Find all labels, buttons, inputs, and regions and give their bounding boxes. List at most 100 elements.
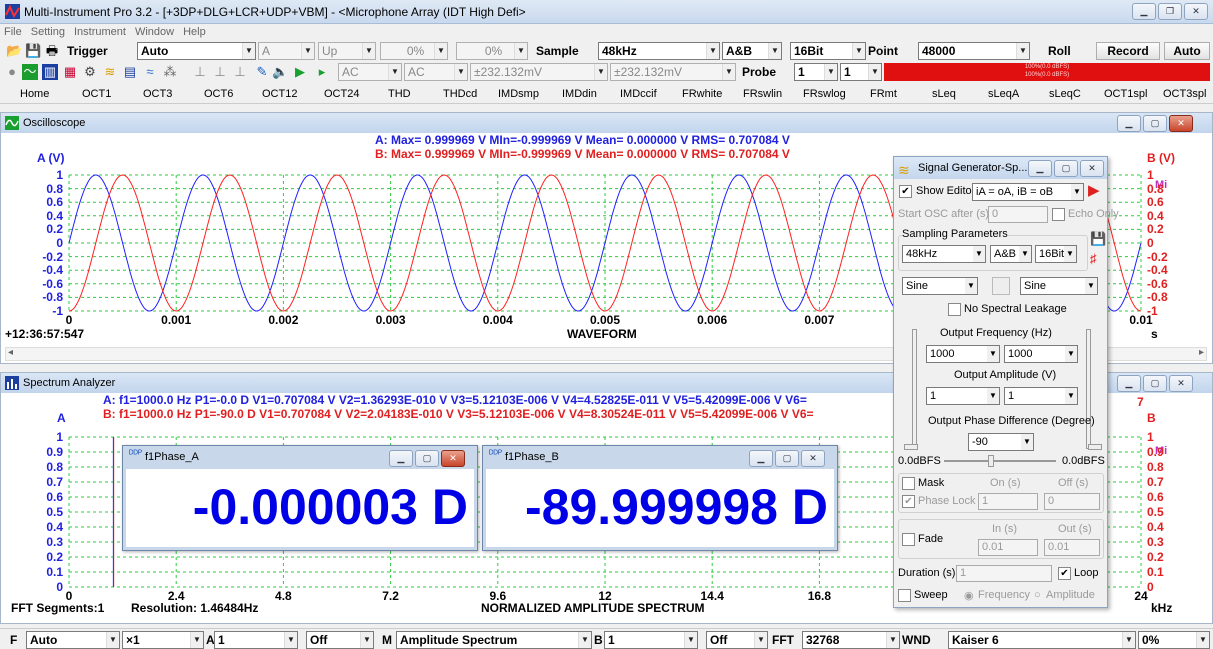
maximize-icon[interactable]: ❐	[1158, 3, 1182, 20]
probe-b-select[interactable]: 1	[840, 63, 882, 81]
loop-checkbox[interactable]: ✔	[1058, 567, 1071, 580]
meter-f1phase-a[interactable]: ᴰᴰᴾ f1Phase_A ▁ ▢ ✕ -0.000003 D	[122, 445, 478, 551]
start-osc-input[interactable]: 0	[988, 206, 1048, 223]
slider-a-track[interactable]	[912, 329, 917, 449]
dds-icon[interactable]: ⁂	[162, 64, 178, 80]
tab-frswlin[interactable]: FRswlin	[743, 88, 782, 100]
record-button[interactable]: Record	[1096, 42, 1160, 60]
oscilloscope-icon[interactable]: 〜	[22, 64, 38, 80]
probe-a-icon[interactable]: ⊥	[212, 64, 228, 80]
tab-imdsmp[interactable]: IMDsmp	[498, 88, 539, 100]
tab-sleqa[interactable]: sLeqA	[988, 88, 1019, 100]
spectrum-3d-icon[interactable]: ▦	[62, 64, 78, 80]
wave-link-button[interactable]	[992, 277, 1010, 295]
tab-sleq[interactable]: sLeq	[932, 88, 956, 100]
tab-home[interactable]: Home	[20, 88, 49, 100]
status-f-select[interactable]: Auto	[26, 631, 120, 649]
spec-minimize-icon[interactable]: ▁	[1117, 375, 1141, 392]
channel-select[interactable]: A&B	[722, 42, 782, 60]
menu-instrument[interactable]: Instrument	[74, 24, 126, 40]
menu-setting[interactable]: Setting	[31, 24, 65, 40]
trigger-edge-select[interactable]: Up	[318, 42, 376, 60]
menu-file[interactable]: File	[4, 24, 22, 40]
status-wnd-select[interactable]: Kaiser 6	[948, 631, 1136, 649]
meter-b-minimize-icon[interactable]: ▁	[749, 450, 773, 467]
pretrigger-stepper[interactable]: 0%	[456, 42, 528, 60]
balance-slider-thumb[interactable]	[988, 455, 994, 467]
siggen-maximize-icon[interactable]: ▢	[1054, 160, 1078, 177]
editor-expression-select[interactable]: iA = oA, iB = oB	[972, 183, 1084, 201]
slider-b-thumb[interactable]	[1088, 444, 1102, 450]
status-zoom-select[interactable]: ×1	[122, 631, 204, 649]
osc-close-icon[interactable]: ✕	[1169, 115, 1193, 132]
status-m-select[interactable]: Amplitude Spectrum	[396, 631, 592, 649]
tab-oct24[interactable]: OCT24	[324, 88, 359, 100]
auto-button[interactable]: Auto	[1164, 42, 1210, 60]
spec-maximize-icon[interactable]: ▢	[1143, 375, 1167, 392]
fade-checkbox[interactable]	[902, 533, 915, 546]
tab-imdccif[interactable]: IMDccif	[620, 88, 657, 100]
tab-oct1[interactable]: OCT1	[82, 88, 111, 100]
coupling-a-select[interactable]: AC	[338, 63, 402, 81]
sweep-amplitude-radio[interactable]: ○	[1034, 589, 1041, 601]
balance-slider[interactable]	[944, 460, 1056, 462]
siggen-close-icon[interactable]: ✕	[1080, 160, 1104, 177]
meter-a-close-icon[interactable]: ✕	[441, 450, 465, 467]
close-icon[interactable]: ✕	[1184, 3, 1208, 20]
siggen-minimize-icon[interactable]: ▁	[1028, 160, 1052, 177]
tools-icon[interactable]: ✎	[254, 64, 270, 80]
play-step-icon[interactable]: ▸	[314, 64, 330, 80]
tab-frmt[interactable]: FRmt	[870, 88, 897, 100]
slider-b-track[interactable]	[1086, 329, 1091, 449]
meter-b-maximize-icon[interactable]: ▢	[775, 450, 799, 467]
sg-save-icon[interactable]: 💾	[1090, 231, 1106, 247]
tab-thdcd[interactable]: THDcd	[443, 88, 477, 100]
amp-b-select[interactable]: 1	[1004, 387, 1078, 405]
sweep-icon[interactable]: ≈	[142, 64, 158, 80]
record-dot-icon[interactable]: ●	[4, 64, 20, 80]
save-disk-icon[interactable]: 💾	[25, 43, 41, 59]
meter-a-maximize-icon[interactable]: ▢	[415, 450, 439, 467]
minimize-icon[interactable]: ▁	[1132, 3, 1156, 20]
mask-on-input[interactable]: 1	[978, 493, 1038, 510]
wave-b-select[interactable]: Sine	[1020, 277, 1098, 295]
spectrum-analyzer-icon[interactable]: ▥	[42, 64, 58, 80]
phase-select[interactable]: -90	[968, 433, 1034, 451]
trigger-channel-select[interactable]: A	[258, 42, 315, 60]
bit-depth-select[interactable]: 16Bit	[790, 42, 866, 60]
freq-a-select[interactable]: 1000	[926, 345, 1000, 363]
slider-a-thumb[interactable]	[904, 444, 918, 450]
sweep-frequency-radio[interactable]: ◉	[964, 589, 974, 602]
wave-a-select[interactable]: Sine	[902, 277, 978, 295]
lcr-icon[interactable]: ⊥	[192, 64, 208, 80]
tab-oct6[interactable]: OCT6	[204, 88, 233, 100]
meter-f1phase-b[interactable]: ᴰᴰᴾ f1Phase_B ▁ ▢ ✕ -89.999998 D	[482, 445, 838, 551]
siggen-play-icon[interactable]: ▶	[1088, 181, 1100, 199]
range-a-select[interactable]: ±232.132mV	[470, 63, 608, 81]
fade-in-input[interactable]: 0.01	[978, 539, 1038, 556]
status-pct-select[interactable]: 0%	[1138, 631, 1210, 649]
meter-a-minimize-icon[interactable]: ▁	[389, 450, 413, 467]
menu-window[interactable]: Window	[135, 24, 174, 40]
data-logger-icon[interactable]: ▤	[122, 64, 138, 80]
no-leakage-checkbox[interactable]	[948, 303, 961, 316]
amp-a-select[interactable]: 1	[926, 387, 1000, 405]
signal-generator-icon[interactable]: ≋	[102, 64, 118, 80]
tab-oct3[interactable]: OCT3	[143, 88, 172, 100]
sg-bits-select[interactable]: 16Bit	[1035, 245, 1077, 263]
mask-off-input[interactable]: 0	[1044, 493, 1100, 510]
phase-lock-checkbox[interactable]: ✔	[902, 495, 915, 508]
tab-oct1spl[interactable]: OCT1spl	[1104, 88, 1147, 100]
freq-b-select[interactable]: 1000	[1004, 345, 1078, 363]
tab-frwhite[interactable]: FRwhite	[682, 88, 722, 100]
probe-a-select[interactable]: 1	[794, 63, 838, 81]
sg-channel-select[interactable]: A&B	[990, 245, 1032, 263]
speaker-icon[interactable]: 🔈	[272, 64, 288, 80]
coupling-b-select[interactable]: AC	[404, 63, 468, 81]
range-b-select[interactable]: ±232.132mV	[610, 63, 736, 81]
status-fft-select[interactable]: 32768	[802, 631, 900, 649]
meter-b-close-icon[interactable]: ✕	[801, 450, 825, 467]
show-editor-checkbox[interactable]: ✔	[899, 185, 912, 198]
points-select[interactable]: 48000	[918, 42, 1030, 60]
play-icon[interactable]: ▶	[292, 64, 308, 80]
